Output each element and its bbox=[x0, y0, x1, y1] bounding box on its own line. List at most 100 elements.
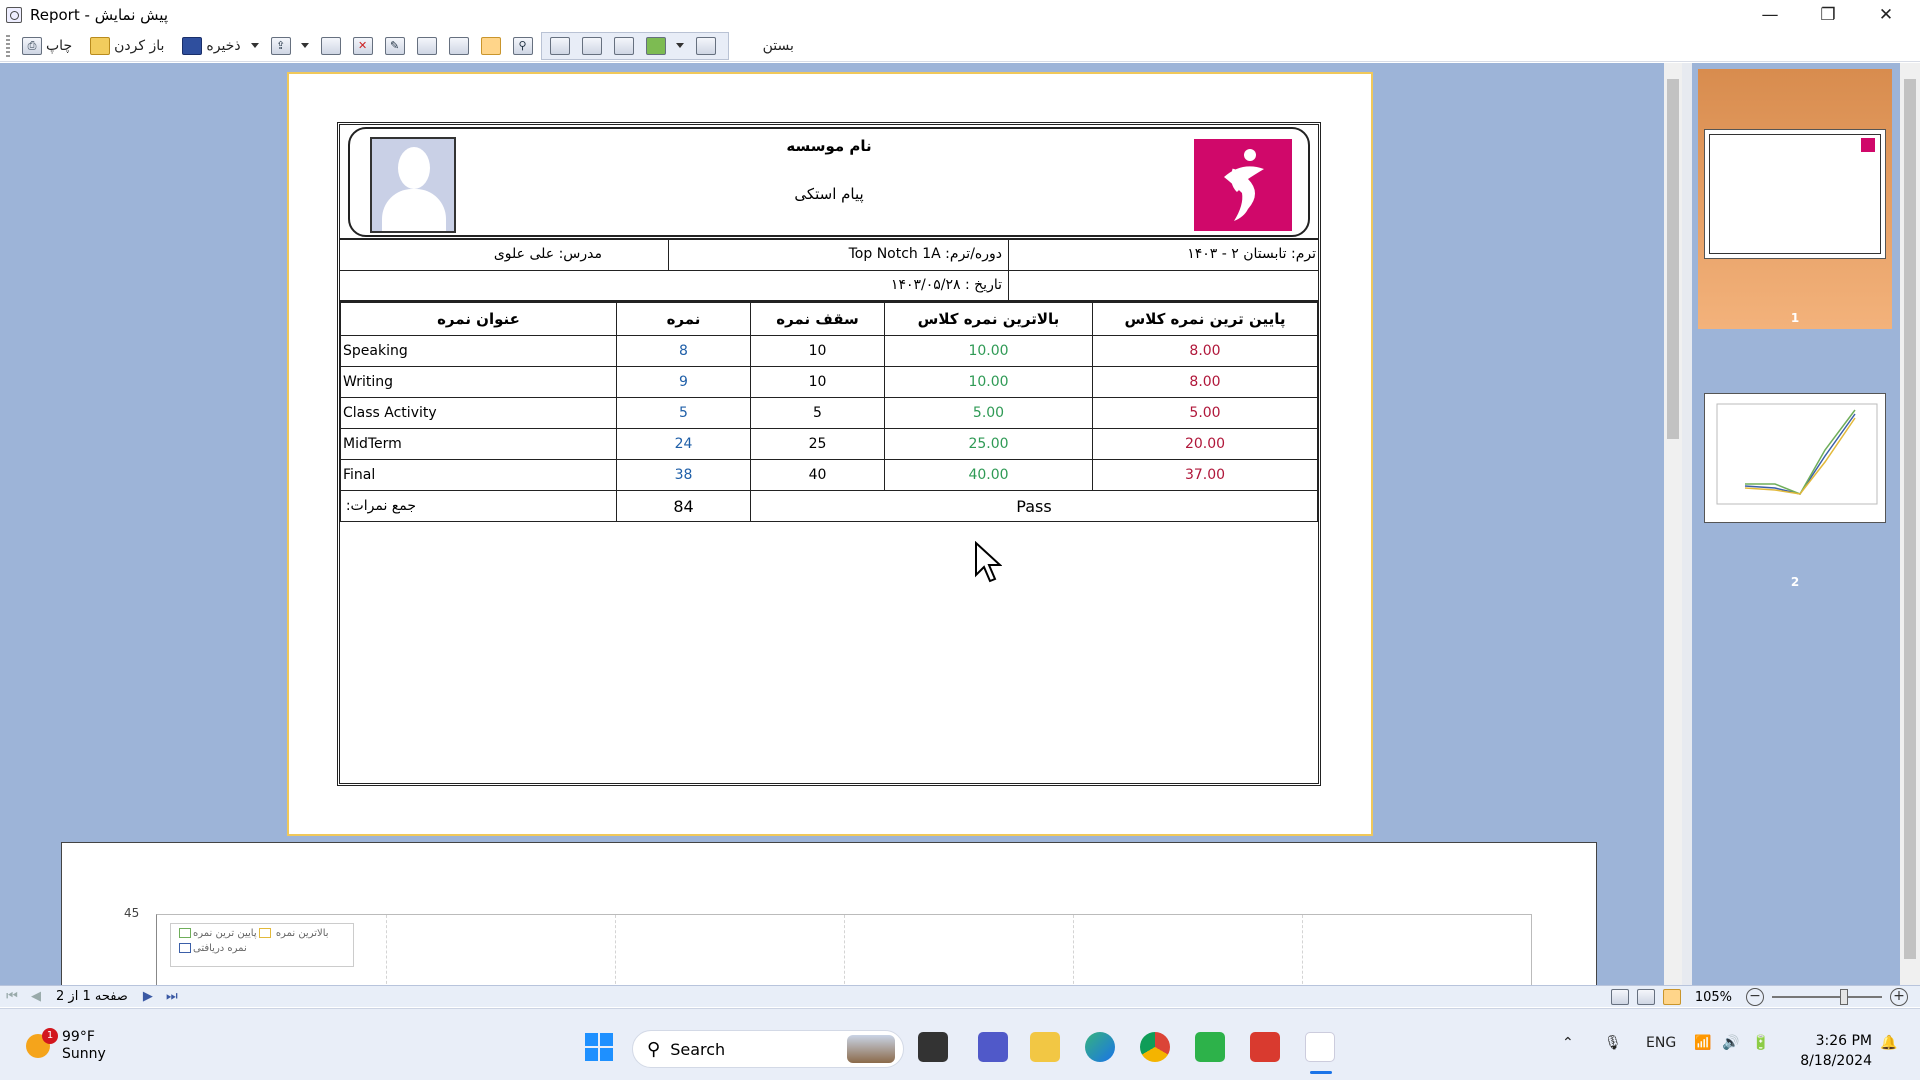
teams-icon[interactable] bbox=[978, 1032, 1008, 1062]
chart-legend: بالاترین نمره پایین ترین نمره نمره دریاف… bbox=[170, 923, 354, 967]
toolbar: ⎙ چاپ باز کردن ذخیره ⇪ ✕ ✎ ⚲ بستن bbox=[0, 30, 1920, 62]
fit-page-button[interactable] bbox=[692, 33, 720, 59]
next-page-button[interactable]: ▶ bbox=[136, 987, 160, 1007]
close-window-button[interactable]: ✕ bbox=[1858, 0, 1914, 30]
legend-item-highest: بالاترین نمره bbox=[275, 928, 329, 939]
save-dropdown-icon[interactable] bbox=[250, 43, 259, 48]
volume-icon[interactable]: 🔊 bbox=[1722, 1035, 1739, 1051]
print-button[interactable]: ⎙ چاپ bbox=[18, 33, 76, 59]
thumbnail-scroll-thumb[interactable] bbox=[1904, 79, 1916, 959]
term-label: ترم: تابستان ۲ - ۱۴۰۳ bbox=[1187, 246, 1316, 262]
two-pages-button[interactable] bbox=[610, 33, 638, 59]
microphone-icon[interactable]: 🎙 bbox=[1604, 1035, 1622, 1051]
export-button[interactable]: ⇪ bbox=[267, 33, 295, 59]
margins-button[interactable] bbox=[445, 33, 473, 59]
report-viewer[interactable]: نام موسسه پیام استکی مدرس: علی علوی دوره… bbox=[0, 63, 1672, 985]
tray-overflow-icon[interactable]: ⌃ bbox=[1562, 1035, 1574, 1051]
clock-time: 3:26 PM bbox=[1815, 1033, 1872, 1049]
panel-splitter[interactable] bbox=[1682, 63, 1692, 985]
toolbar-grip[interactable] bbox=[6, 34, 10, 57]
first-page-button[interactable]: ⏮ bbox=[0, 987, 24, 1007]
grade-max: 25 bbox=[750, 428, 885, 460]
new-page-icon bbox=[320, 36, 341, 55]
open-button[interactable]: باز کردن bbox=[86, 33, 168, 59]
notifications-icon[interactable]: 🔔 bbox=[1880, 1035, 1897, 1051]
grade-lowest: 8.00 bbox=[1092, 335, 1318, 367]
grade-score: 24 bbox=[616, 428, 751, 460]
taskbar-search[interactable]: ⚲ Search bbox=[632, 1030, 904, 1068]
save-label: ذخیره bbox=[206, 37, 241, 54]
view-mode-dropdown-icon[interactable] bbox=[675, 43, 684, 48]
report-app-taskbar-icon[interactable] bbox=[1305, 1032, 1335, 1062]
teacher-label: مدرس: علی علوی bbox=[493, 246, 602, 262]
col-score-header: نمره bbox=[616, 302, 751, 336]
zoom-slider[interactable] bbox=[1772, 989, 1882, 1005]
viewer-scrollbar[interactable] bbox=[1664, 63, 1682, 985]
maximize-button[interactable]: ❐ bbox=[1800, 0, 1856, 30]
camtasia-icon[interactable] bbox=[1195, 1032, 1225, 1062]
battery-icon[interactable]: 🔋 bbox=[1752, 1035, 1769, 1051]
taskbar: 1 99°F Sunny ⚲ Search ⌃ 🎙 ENG 📶 🔊 🔋 3:26… bbox=[0, 1008, 1920, 1080]
legend-item-lowest: پایین ترین نمره bbox=[193, 928, 257, 939]
thumbnail-page-1-preview bbox=[1704, 129, 1886, 259]
new-page-button[interactable] bbox=[317, 33, 345, 59]
fit-page-icon bbox=[695, 36, 716, 55]
thumbnail-page-2-preview bbox=[1704, 393, 1886, 523]
edit-button[interactable]: ✎ bbox=[381, 33, 409, 59]
single-view-icon[interactable] bbox=[1610, 989, 1629, 1005]
thumbnail-page-1[interactable]: 1 bbox=[1698, 69, 1892, 329]
two-view-icon[interactable] bbox=[1636, 989, 1655, 1005]
zoom-slider-knob[interactable] bbox=[1840, 989, 1848, 1005]
input-language[interactable]: ENG bbox=[1646, 1035, 1676, 1051]
viewer-scroll-thumb[interactable] bbox=[1667, 79, 1679, 439]
last-page-button[interactable]: ⏭ bbox=[160, 987, 184, 1007]
save-button[interactable]: ذخیره bbox=[178, 33, 244, 59]
grade-lowest: 37.00 bbox=[1092, 459, 1318, 491]
grade-title: MidTerm bbox=[340, 428, 617, 460]
date-label: تاریخ : ۱۴۰۳/۰۵/۲۸ bbox=[890, 277, 1002, 293]
minimize-button[interactable]: — bbox=[1742, 0, 1798, 30]
zoom-in-button[interactable]: + bbox=[1890, 988, 1908, 1006]
report-header: نام موسسه پیام استکی bbox=[348, 127, 1310, 237]
export-icon: ⇪ bbox=[270, 36, 291, 55]
course-label: دوره/ترم: Top Notch 1A bbox=[848, 246, 1002, 262]
floppy-icon bbox=[182, 36, 203, 55]
delete-page-icon: ✕ bbox=[352, 36, 373, 55]
total-row: جمع نمرات: 84 Pass bbox=[340, 490, 1318, 522]
close-preview-label: بستن bbox=[762, 37, 794, 54]
single-page-button[interactable] bbox=[546, 33, 574, 59]
task-view-icon[interactable] bbox=[918, 1032, 948, 1062]
start-button[interactable] bbox=[584, 1032, 614, 1062]
weather-widget[interactable]: 1 99°F Sunny bbox=[26, 1028, 106, 1063]
grade-max: 10 bbox=[750, 366, 885, 398]
page-setup-button[interactable] bbox=[413, 33, 441, 59]
continuous-button[interactable] bbox=[578, 33, 606, 59]
wifi-icon[interactable]: 📶 bbox=[1694, 1035, 1711, 1051]
recorder-icon[interactable] bbox=[1250, 1032, 1280, 1062]
grade-lowest: 8.00 bbox=[1092, 366, 1318, 398]
zoom-out-button[interactable]: − bbox=[1746, 988, 1764, 1006]
grade-title: Speaking bbox=[340, 335, 617, 367]
legend-swatch-highest bbox=[179, 928, 191, 938]
find-button[interactable]: ⚲ bbox=[509, 33, 537, 59]
report-app-icon bbox=[6, 7, 22, 23]
delete-page-button[interactable]: ✕ bbox=[349, 33, 377, 59]
multi-view-icon[interactable] bbox=[1662, 989, 1681, 1005]
close-preview-button[interactable]: بستن bbox=[759, 33, 798, 59]
export-dropdown-icon[interactable] bbox=[300, 43, 309, 48]
thumbnail-scrollbar[interactable] bbox=[1900, 63, 1920, 985]
file-explorer-icon[interactable] bbox=[1030, 1032, 1060, 1062]
edge-icon[interactable] bbox=[1085, 1032, 1115, 1062]
previous-page-button[interactable]: ◀ bbox=[24, 987, 48, 1007]
thumbnails-toggle-button[interactable] bbox=[477, 33, 505, 59]
grade-title: Class Activity bbox=[340, 397, 617, 429]
multiple-pages-button[interactable] bbox=[642, 33, 670, 59]
clock[interactable]: 3:26 PM 8/18/2024 bbox=[1796, 1031, 1872, 1071]
chrome-icon[interactable] bbox=[1140, 1032, 1170, 1062]
col-title-header: عنوان نمره bbox=[340, 302, 617, 336]
total-label: جمع نمرات: bbox=[340, 490, 617, 522]
printer-icon: ⎙ bbox=[22, 36, 42, 55]
active-app-indicator bbox=[1310, 1071, 1332, 1074]
grade-score: 8 bbox=[616, 335, 751, 367]
info-row-1: مدرس: علی علوی دوره/ترم: Top Notch 1A تر… bbox=[340, 238, 1318, 271]
